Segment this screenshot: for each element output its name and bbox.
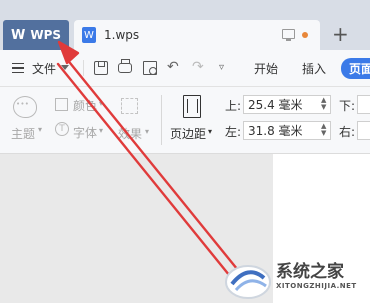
watermark-site-name: 系统之家 [276, 262, 344, 282]
annotation-arrow-line [56, 62, 240, 288]
site-watermark-logo-icon [225, 265, 271, 299]
annotation-arrow-line [64, 56, 248, 282]
watermark-site-url: XITONGZHIJIA.NET [276, 282, 357, 290]
annotation-arrow-head [57, 40, 80, 65]
